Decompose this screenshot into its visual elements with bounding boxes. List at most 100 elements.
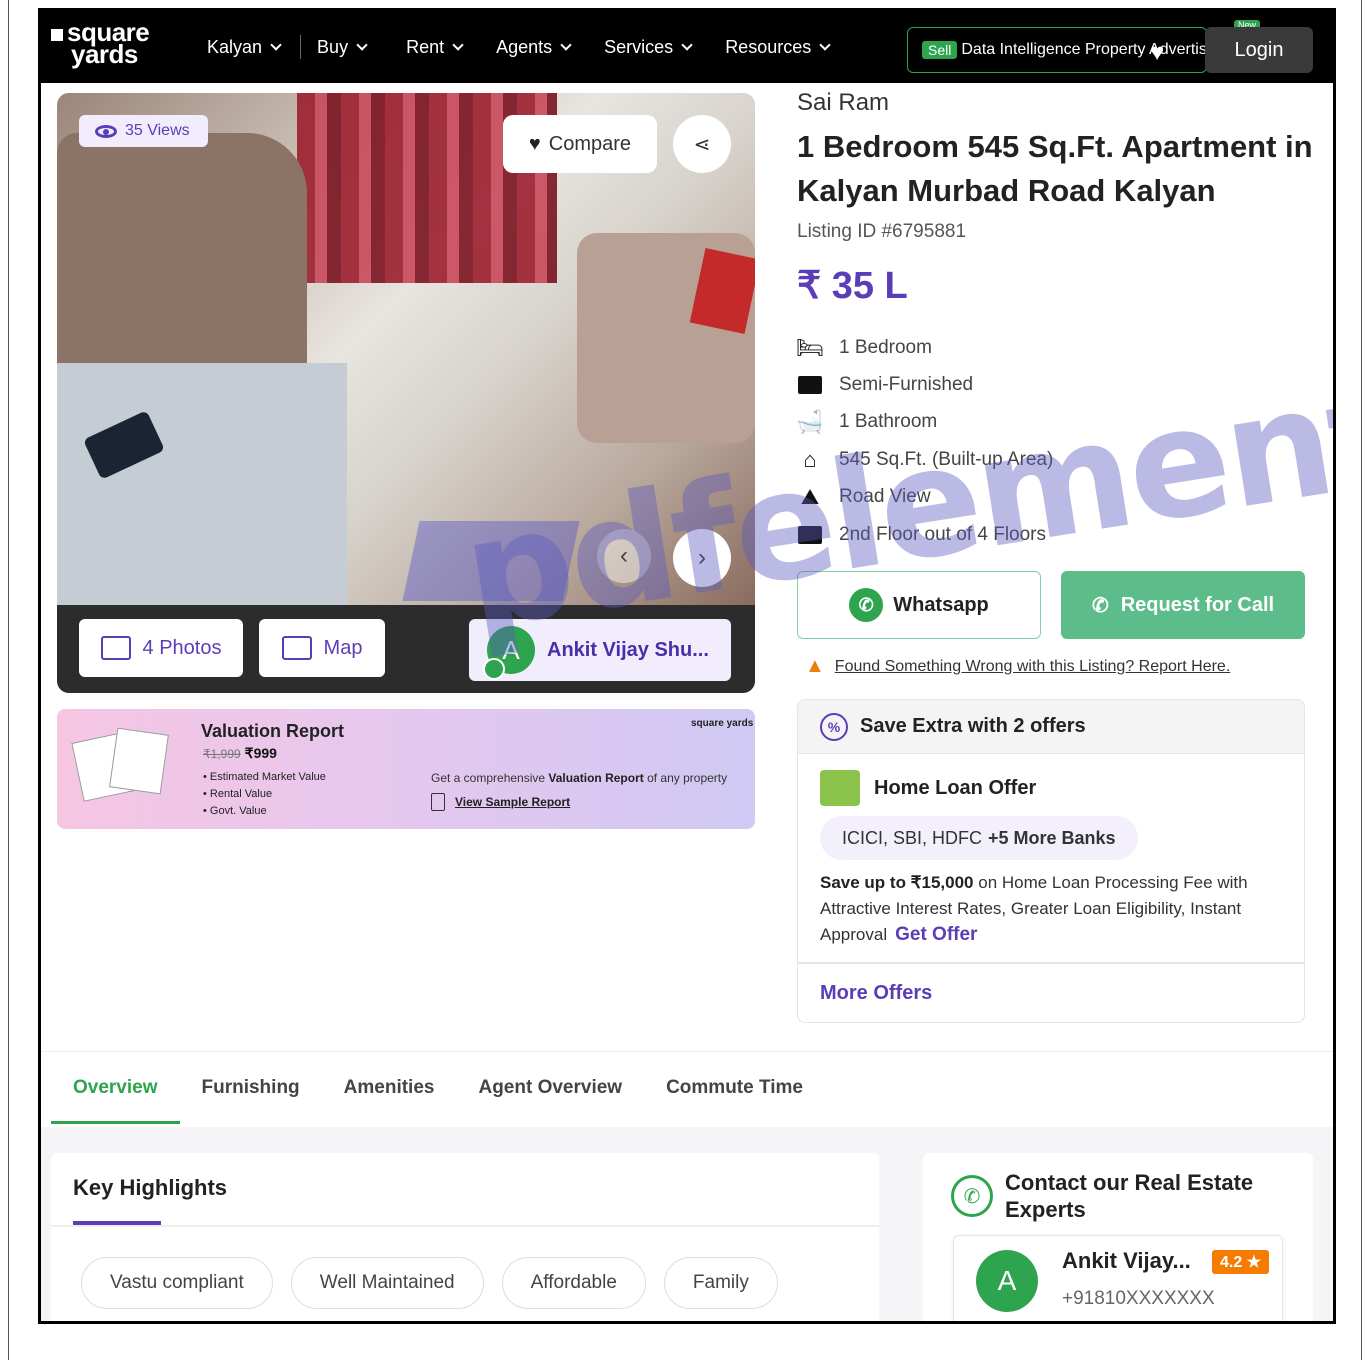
compare-button[interactable]: ♥ Compare <box>503 115 657 173</box>
next-photo-button[interactable]: › <box>673 529 731 587</box>
agent-card[interactable]: A Ankit Vijay... 4.2 ★ +91810XXXXXXX <box>953 1235 1283 1321</box>
divider <box>51 1225 879 1227</box>
tab-amenities[interactable]: Amenities <box>322 1052 457 1124</box>
bed-icon: 🛏 <box>796 334 824 360</box>
square-yards-logo[interactable]: square yards <box>51 19 150 67</box>
divider <box>798 962 1304 964</box>
chevron-down-icon <box>452 38 464 51</box>
chevron-down-icon <box>819 38 831 51</box>
tab-furnishing[interactable]: Furnishing <box>180 1052 322 1124</box>
heart-icon[interactable]: ♥ <box>1150 39 1164 67</box>
loan-offer-description: Save up to ₹15,000 on Home Loan Processi… <box>820 873 1248 945</box>
photo-gallery[interactable]: 35 Views ♥ Compare ⋖ ‹ › 4 Photos Map A … <box>57 93 755 693</box>
photo-bed <box>57 363 347 605</box>
stairs-icon <box>797 524 823 546</box>
contact-title: Contact our Real Estate Experts <box>1005 1170 1254 1222</box>
valuation-report-banner[interactable]: Valuation Report ₹1,999₹999 Estimated Ma… <box>57 709 755 829</box>
tab-overview[interactable]: Overview <box>51 1052 180 1124</box>
property-price: ₹ 35 L <box>797 265 908 307</box>
views-badge: 35 Views <box>79 115 208 147</box>
document-icon <box>431 793 445 811</box>
highlight-chip: Family <box>663 1257 778 1309</box>
feature-floor: 2nd Floor out of 4 Floors <box>797 516 1053 553</box>
highlight-chip: Affordable <box>501 1257 646 1309</box>
report-documents-icon <box>71 727 169 802</box>
agent-phone: +91810XXXXXXX <box>1062 1288 1215 1309</box>
nav-resources[interactable]: Resources <box>711 35 849 59</box>
header-overlapping-links[interactable]: Sell Data Intelligence Property Advertis… <box>907 27 1207 73</box>
login-button[interactable]: Login <box>1205 27 1313 73</box>
feature-view: ⛰ Road View <box>797 479 1053 516</box>
nav-buy[interactable]: Buy <box>317 35 386 59</box>
feature-bedrooms: 🛏 1 Bedroom <box>796 334 932 360</box>
nav-rent[interactable]: Rent <box>386 35 482 59</box>
avatar: A <box>976 1250 1038 1312</box>
heart-icon: ♥ <box>528 132 541 155</box>
rating-badge: 4.2 ★ <box>1212 1250 1270 1274</box>
map-button[interactable]: Map <box>259 619 385 677</box>
list-item: Estimated Market Value <box>203 769 326 786</box>
title-underline <box>73 1221 161 1225</box>
avatar: A <box>483 626 535 680</box>
chevron-left-icon: ‹ <box>620 542 628 569</box>
list-item: Rental Value <box>203 786 326 803</box>
main-nav: Kalyan Buy Rent Agents Services Resource… <box>207 35 849 59</box>
sofa-icon <box>797 374 823 396</box>
phone-icon: ✆ <box>1091 594 1109 617</box>
agent-chip[interactable]: A Ankit Vijay Shu... <box>469 619 731 681</box>
chevron-down-icon <box>270 38 282 51</box>
map-icon <box>281 636 312 660</box>
share-button[interactable]: ⋖ <box>673 115 731 173</box>
property-features: 🛏 1 Bedroom Semi-Furnished 🛁 1 Bathroom ⌂ 5… <box>796 329 1053 553</box>
get-offer-link[interactable]: Get Offer <box>895 924 977 945</box>
more-offers-link[interactable]: More Offers <box>820 982 932 1005</box>
share-icon: ⋖ <box>693 133 711 156</box>
top-nav-bar: square yards Kalyan Buy Rent Agents Serv… <box>41 11 1333 83</box>
request-call-button[interactable]: ✆ Request for Call <box>1061 571 1305 639</box>
offers-card: % Save Extra with 2 offers Home Loan Offe… <box>797 699 1305 1023</box>
contact-experts-card: ✆ Contact our Real Estate Experts A Anki… <box>923 1153 1313 1321</box>
highlight-chip: Vastu compliant <box>81 1257 273 1309</box>
browser-viewport: square yards Kalyan Buy Rent Agents Serv… <box>38 8 1336 1324</box>
previous-photo-button[interactable]: ‹ <box>597 529 651 583</box>
key-highlights-card: Key Highlights Vastu compliant Well Main… <box>51 1153 879 1321</box>
chevron-right-icon: › <box>698 544 706 571</box>
eye-icon <box>95 124 117 138</box>
developer-name: Sai Ram <box>797 89 890 116</box>
bathtub-icon: 🛁 <box>796 409 824 435</box>
listing-id: Listing ID #6795881 <box>797 221 967 242</box>
overlapping-link-text[interactable]: Data Intelligence Property Advertise <box>961 41 1206 59</box>
list-item: Govt. Value <box>203 803 326 820</box>
report-listing-link[interactable]: ▲ Found Something Wrong with this Listing… <box>805 655 1230 678</box>
road-view-icon: ⛰ <box>800 484 820 510</box>
valuation-bullets: Estimated Market Value Rental Value Govt… <box>203 769 326 820</box>
money-icon <box>820 770 860 806</box>
section-tabs: Overview Furnishing Amenities Agent Over… <box>41 1051 1333 1127</box>
nav-divider <box>300 35 302 59</box>
whatsapp-icon <box>483 658 505 680</box>
chevron-down-icon <box>356 38 368 51</box>
tab-agent-overview[interactable]: Agent Overview <box>456 1052 644 1124</box>
photos-button[interactable]: 4 Photos <box>79 619 243 677</box>
phone-icon: ✆ <box>951 1175 993 1217</box>
page-title: 1 Bedroom 545 Sq.Ft. Apartment in Kalyan… <box>797 129 1313 208</box>
view-sample-report-link[interactable]: View Sample Report <box>431 793 570 811</box>
valuation-description: Get a comprehensive Valuation Report of … <box>431 771 728 785</box>
whatsapp-icon: ✆ <box>849 588 884 622</box>
valuation-title: Valuation Report <box>201 721 345 741</box>
sell-button[interactable]: Sell <box>922 41 958 59</box>
nav-kalyan[interactable]: Kalyan <box>207 35 300 59</box>
warning-icon: ▲ <box>805 655 825 677</box>
tab-list: Overview Furnishing Amenities Agent Over… <box>51 1052 825 1124</box>
nav-services[interactable]: Services <box>590 35 711 59</box>
nav-agents[interactable]: Agents <box>482 35 590 59</box>
highlight-chips: Vastu compliant Well Maintained Affordab… <box>81 1257 778 1309</box>
tab-commute-time[interactable]: Commute Time <box>644 1052 825 1124</box>
highlight-chip: Well Maintained <box>290 1257 484 1309</box>
chevron-down-icon <box>560 38 572 51</box>
whatsapp-button[interactable]: ✆ Whatsapp <box>797 571 1041 639</box>
feature-area: ⌂ 545 Sq.Ft. (Built-up Area) <box>797 441 1053 478</box>
feature-bathrooms: 🛁 1 Bathroom <box>796 409 938 435</box>
key-highlights-title: Key Highlights <box>73 1175 228 1200</box>
chevron-down-icon <box>681 38 693 51</box>
